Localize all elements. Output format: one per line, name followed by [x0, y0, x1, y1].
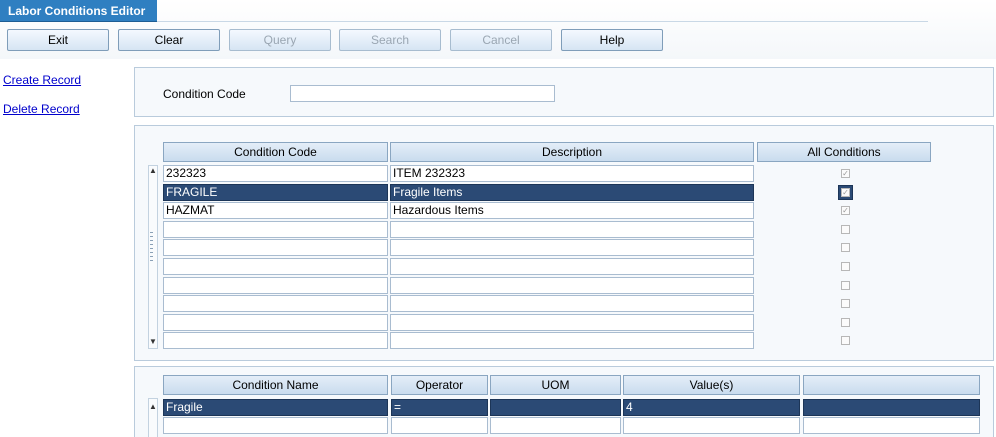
- scroll-up-arrow-icon[interactable]: ▲: [148, 402, 158, 412]
- all-conditions-checkbox[interactable]: [841, 318, 850, 327]
- description-cell[interactable]: [390, 332, 754, 349]
- query-button[interactable]: Query: [229, 29, 331, 51]
- condition-code-cell[interactable]: [163, 239, 388, 256]
- description-cell[interactable]: Hazardous Items: [390, 202, 754, 219]
- condition-code-input[interactable]: [290, 85, 555, 102]
- all-conditions-checkbox[interactable]: ✓: [841, 169, 850, 178]
- delete-record-link[interactable]: Delete Record: [3, 102, 80, 116]
- condition-code-cell[interactable]: 232323: [163, 165, 388, 182]
- condition-code-cell[interactable]: HAZMAT: [163, 202, 388, 219]
- column-header-extra[interactable]: [803, 375, 980, 395]
- extra-cell[interactable]: [803, 417, 980, 434]
- description-cell[interactable]: [390, 239, 754, 256]
- column-header-condition-name[interactable]: Condition Name: [163, 375, 388, 395]
- description-cell[interactable]: [390, 314, 754, 331]
- search-form-panel: [134, 67, 994, 117]
- uom-cell[interactable]: [490, 417, 621, 434]
- description-cell[interactable]: ITEM 232323: [390, 165, 754, 182]
- all-conditions-checkbox[interactable]: [841, 336, 850, 345]
- create-record-link[interactable]: Create Record: [3, 73, 81, 87]
- values-cell[interactable]: [623, 417, 800, 434]
- all-conditions-checkbox[interactable]: [841, 225, 850, 234]
- condition-name-cell[interactable]: Fragile: [163, 399, 388, 416]
- all-conditions-checkbox[interactable]: [841, 262, 850, 271]
- exit-button[interactable]: Exit: [7, 29, 109, 51]
- column-header-values[interactable]: Value(s): [623, 375, 800, 395]
- scroll-up-arrow-icon[interactable]: ▲: [148, 166, 158, 176]
- all-conditions-checkbox[interactable]: [841, 299, 850, 308]
- column-header-operator[interactable]: Operator: [391, 375, 488, 395]
- column-header-uom[interactable]: UOM: [490, 375, 621, 395]
- condition-code-cell[interactable]: [163, 221, 388, 238]
- condition-code-label: Condition Code: [163, 87, 246, 101]
- condition-code-cell[interactable]: [163, 295, 388, 312]
- operator-cell[interactable]: [391, 417, 488, 434]
- condition-code-cell[interactable]: [163, 314, 388, 331]
- window-title-tab: Labor Conditions Editor: [0, 0, 157, 22]
- scroll-down-arrow-icon[interactable]: ▼: [148, 337, 158, 347]
- description-cell[interactable]: [390, 277, 754, 294]
- all-conditions-checkbox[interactable]: ✓: [841, 188, 850, 197]
- cancel-button[interactable]: Cancel: [450, 29, 552, 51]
- condition-code-cell[interactable]: [163, 332, 388, 349]
- column-header-description[interactable]: Description: [390, 142, 754, 162]
- description-cell[interactable]: Fragile Items: [390, 184, 754, 201]
- search-button[interactable]: Search: [339, 29, 441, 51]
- help-button[interactable]: Help: [561, 29, 663, 51]
- condition-code-cell[interactable]: [163, 258, 388, 275]
- column-header-condition-code[interactable]: Condition Code: [163, 142, 388, 162]
- column-header-all-conditions[interactable]: All Conditions: [757, 142, 931, 162]
- description-cell[interactable]: [390, 258, 754, 275]
- condition-code-cell[interactable]: FRAGILE: [163, 184, 388, 201]
- all-conditions-checkbox[interactable]: [841, 243, 850, 252]
- description-cell[interactable]: [390, 221, 754, 238]
- values-cell[interactable]: 4: [623, 399, 800, 416]
- description-cell[interactable]: [390, 295, 754, 312]
- extra-cell[interactable]: [803, 399, 980, 416]
- splitter-grip[interactable]: [150, 232, 153, 262]
- uom-cell[interactable]: [490, 399, 621, 416]
- condition-code-cell[interactable]: [163, 277, 388, 294]
- clear-button[interactable]: Clear: [118, 29, 220, 51]
- operator-cell[interactable]: =: [391, 399, 488, 416]
- title-divider: [157, 21, 928, 22]
- condition-name-cell[interactable]: [163, 417, 388, 434]
- all-conditions-checkbox[interactable]: ✓: [841, 206, 850, 215]
- all-conditions-checkbox[interactable]: [841, 281, 850, 290]
